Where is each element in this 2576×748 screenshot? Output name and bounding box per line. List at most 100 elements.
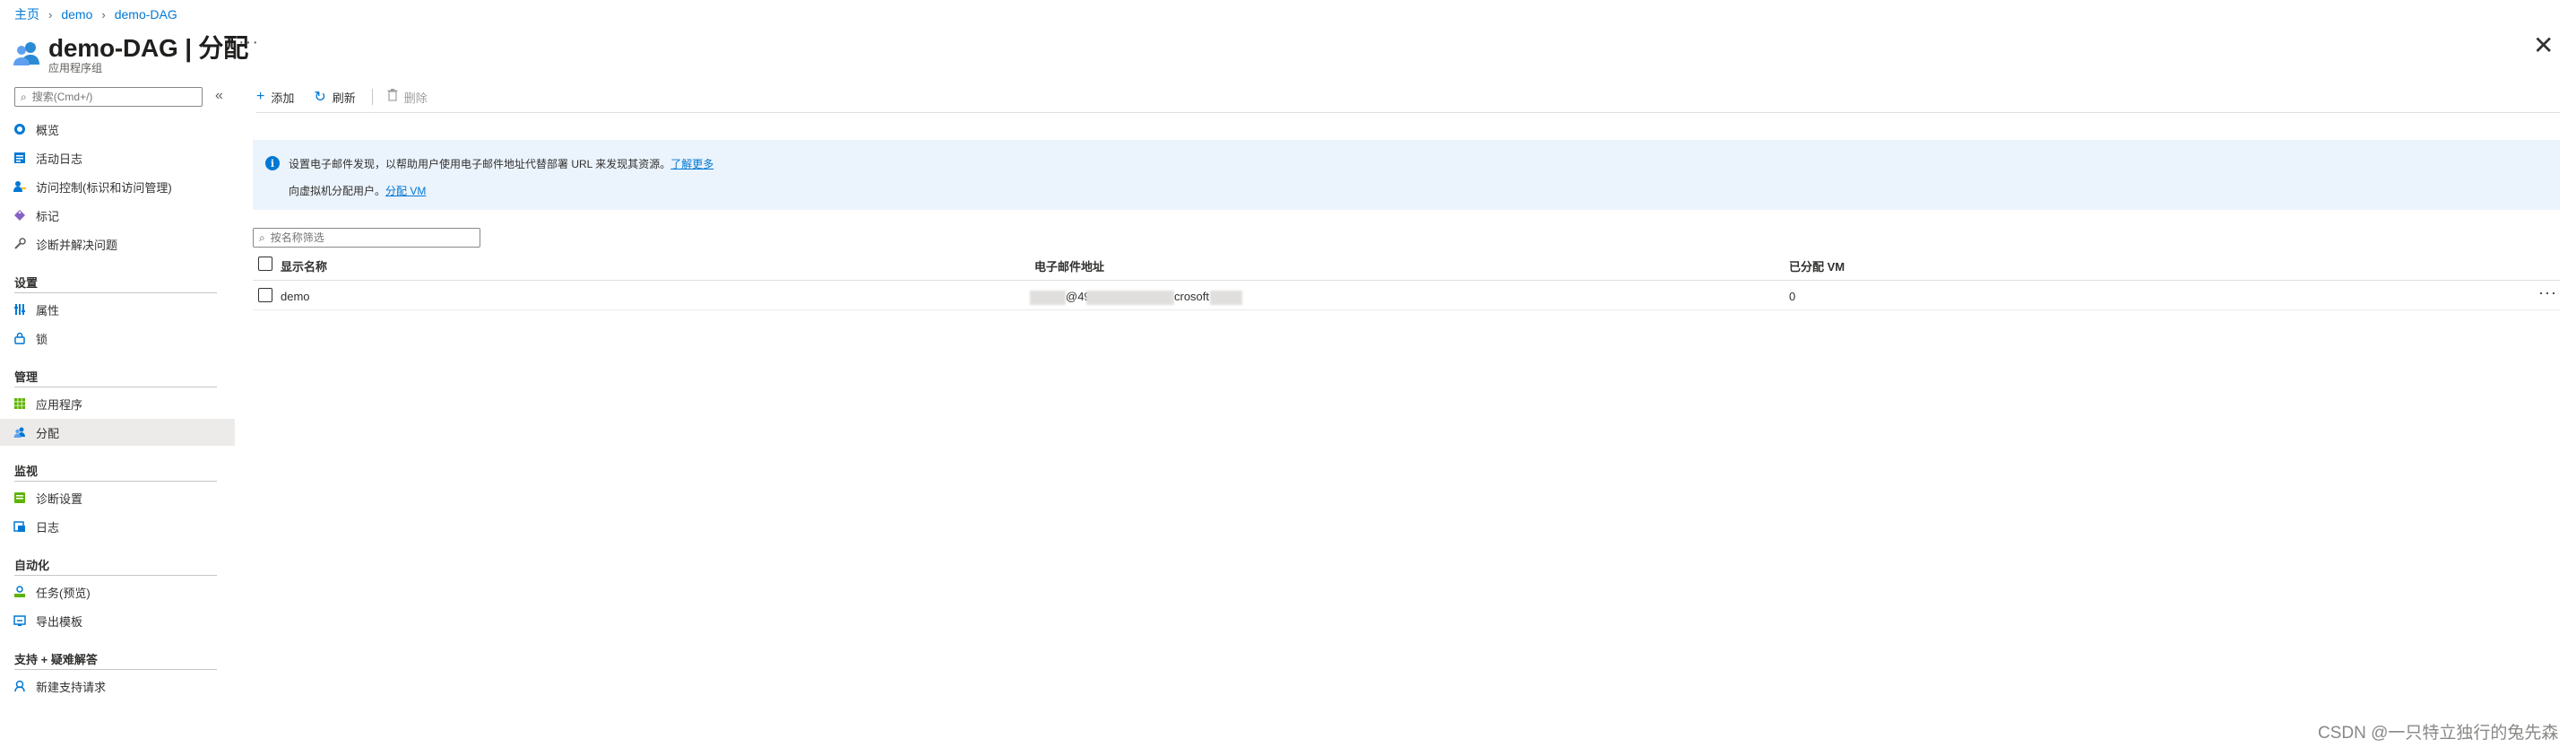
row-more-options-icon[interactable]: ··· (2538, 283, 2557, 302)
sidebar-item-properties[interactable]: 属性 (0, 296, 235, 323)
activity-log-icon (13, 151, 27, 165)
search-icon: ⌕ (259, 230, 265, 244)
info-icon: i (265, 156, 280, 170)
sidebar-item-label: 访问控制(标识和访问管理) (36, 180, 172, 195)
info-banner: i 设置电子邮件发现，以帮助用户使用电子邮件地址代替部署 URL 来发现其资源。… (253, 140, 2560, 210)
section-divider (14, 575, 217, 576)
sidebar-item-access-control[interactable]: 访问控制(标识和访问管理) (0, 173, 235, 200)
wrench-icon (13, 237, 27, 251)
page-subtitle: 应用程序组 (48, 62, 103, 74)
sidebar-item-label: 诊断并解决问题 (36, 238, 118, 252)
row-checkbox[interactable] (258, 288, 272, 302)
redacted-email-part (1086, 291, 1174, 305)
table-row-divider (253, 309, 2560, 310)
sidebar-item-label: 锁 (36, 332, 48, 346)
application-group-icon (13, 42, 39, 65)
section-title-support: 支持 + 疑难解答 (14, 653, 98, 666)
sidebar-item-locks[interactable]: 锁 (0, 325, 235, 352)
sidebar-item-label: 导出模板 (36, 614, 83, 629)
sidebar-item-tags[interactable]: 标记 (0, 202, 235, 229)
banner-line-1: 设置电子邮件发现，以帮助用户使用电子邮件地址代替部署 URL 来发现其资源。了解… (289, 156, 713, 171)
name-filter-input[interactable] (268, 230, 470, 245)
search-icon: ⌕ (21, 90, 27, 103)
logs-icon (13, 519, 27, 534)
tag-icon (13, 208, 27, 222)
export-template-icon (13, 613, 27, 628)
plus-icon: + (256, 89, 265, 104)
delete-button[interactable]: 删除 (387, 88, 428, 106)
sidebar-item-assignments[interactable]: 分配 (0, 419, 235, 446)
lock-icon (13, 331, 27, 345)
tasks-icon (13, 585, 27, 599)
sidebar-item-diagnose[interactable]: 诊断并解决问题 (0, 230, 235, 257)
assign-vm-link[interactable]: 分配 VM (385, 185, 426, 197)
sidebar-search[interactable]: ⌕ (14, 87, 203, 107)
section-title-automation: 自动化 (14, 559, 50, 572)
support-request-icon (13, 679, 27, 693)
close-icon[interactable]: ✕ (2533, 30, 2554, 60)
banner-line-2: 向虚拟机分配用户。分配 VM (289, 183, 426, 198)
sidebar-item-label: 应用程序 (36, 397, 83, 412)
learn-more-link[interactable]: 了解更多 (670, 158, 713, 170)
command-bar: + 添加 ↻ 刷新 删除 (256, 85, 447, 109)
sidebar-item-export-template[interactable]: 导出模板 (0, 607, 235, 634)
refresh-label: 刷新 (332, 91, 356, 105)
sidebar-item-label: 诊断设置 (36, 491, 83, 506)
sidebar-item-diagnostic-settings[interactable]: 诊断设置 (0, 484, 235, 511)
chevron-right-icon: › (48, 7, 53, 22)
redacted-email-part (1210, 291, 1242, 305)
sidebar-item-label: 日志 (36, 520, 60, 535)
breadcrumb: 主页 › demo › demo-DAG (14, 5, 177, 23)
delete-label: 删除 (403, 91, 428, 105)
overview-icon (13, 122, 27, 136)
toolbar-divider (371, 89, 373, 105)
sidebar-item-label: 新建支持请求 (36, 680, 107, 694)
section-title-monitoring: 监视 (14, 465, 39, 478)
cell-email-part-b: crosoft (1174, 290, 1210, 303)
add-label: 添加 (271, 91, 295, 105)
diagnostic-settings-icon (13, 491, 27, 505)
sidebar-item-new-support-request[interactable]: 新建支持请求 (0, 673, 235, 700)
trash-icon (387, 88, 398, 106)
sidebar-item-applications[interactable]: 应用程序 (0, 390, 235, 417)
access-control-icon (13, 179, 27, 194)
sidebar-item-logs[interactable]: 日志 (0, 513, 235, 540)
table-header-divider (253, 280, 2560, 281)
sidebar-item-label: 活动日志 (36, 152, 83, 166)
sidebar-search-input[interactable] (30, 90, 186, 104)
sidebar-item-tasks[interactable]: 任务(预览) (0, 578, 235, 605)
banner-text-2: 向虚拟机分配用户。 (289, 185, 386, 197)
name-filter[interactable]: ⌕ (253, 228, 480, 248)
breadcrumb-demo[interactable]: demo (61, 7, 92, 22)
refresh-button[interactable]: ↻ 刷新 (314, 88, 355, 106)
section-title-settings: 设置 (14, 276, 39, 290)
assignments-icon (13, 425, 27, 439)
sidebar-item-activity-log[interactable]: 活动日志 (0, 144, 235, 171)
page-title: demo-DAG | 分配 (48, 34, 249, 62)
more-options-icon[interactable]: ··· (238, 32, 259, 53)
section-divider (14, 669, 217, 670)
sidebar-item-label: 分配 (36, 426, 60, 440)
cell-assigned-vms: 0 (1789, 290, 1796, 303)
toolbar-divider-line (256, 112, 2560, 113)
column-header-assigned-vms[interactable]: 已分配 VM (1789, 257, 1845, 274)
cell-display-name: demo (281, 290, 310, 303)
add-button[interactable]: + 添加 (256, 89, 294, 106)
section-divider (14, 292, 217, 293)
applications-icon (13, 396, 27, 411)
breadcrumb-demo-dag[interactable]: demo-DAG (115, 7, 177, 22)
column-header-email[interactable]: 电子邮件地址 (1034, 257, 1104, 274)
section-divider (14, 481, 217, 482)
sidebar-item-overview[interactable]: 概览 (0, 116, 235, 143)
breadcrumb-home[interactable]: 主页 (14, 5, 39, 23)
banner-text-1: 设置电子邮件发现，以帮助用户使用电子邮件地址代替部署 URL 来发现其资源。 (289, 158, 671, 170)
collapse-sidebar-icon[interactable]: « (215, 88, 223, 104)
section-title-manage: 管理 (14, 370, 39, 384)
sidebar-item-label: 任务(预览) (36, 586, 91, 600)
sidebar-item-label: 标记 (36, 209, 60, 223)
select-all-checkbox[interactable] (258, 257, 272, 271)
column-header-display-name[interactable]: 显示名称 (281, 257, 327, 274)
redacted-email-part (1030, 291, 1066, 305)
properties-icon (13, 302, 27, 317)
chevron-right-icon: › (101, 7, 106, 22)
